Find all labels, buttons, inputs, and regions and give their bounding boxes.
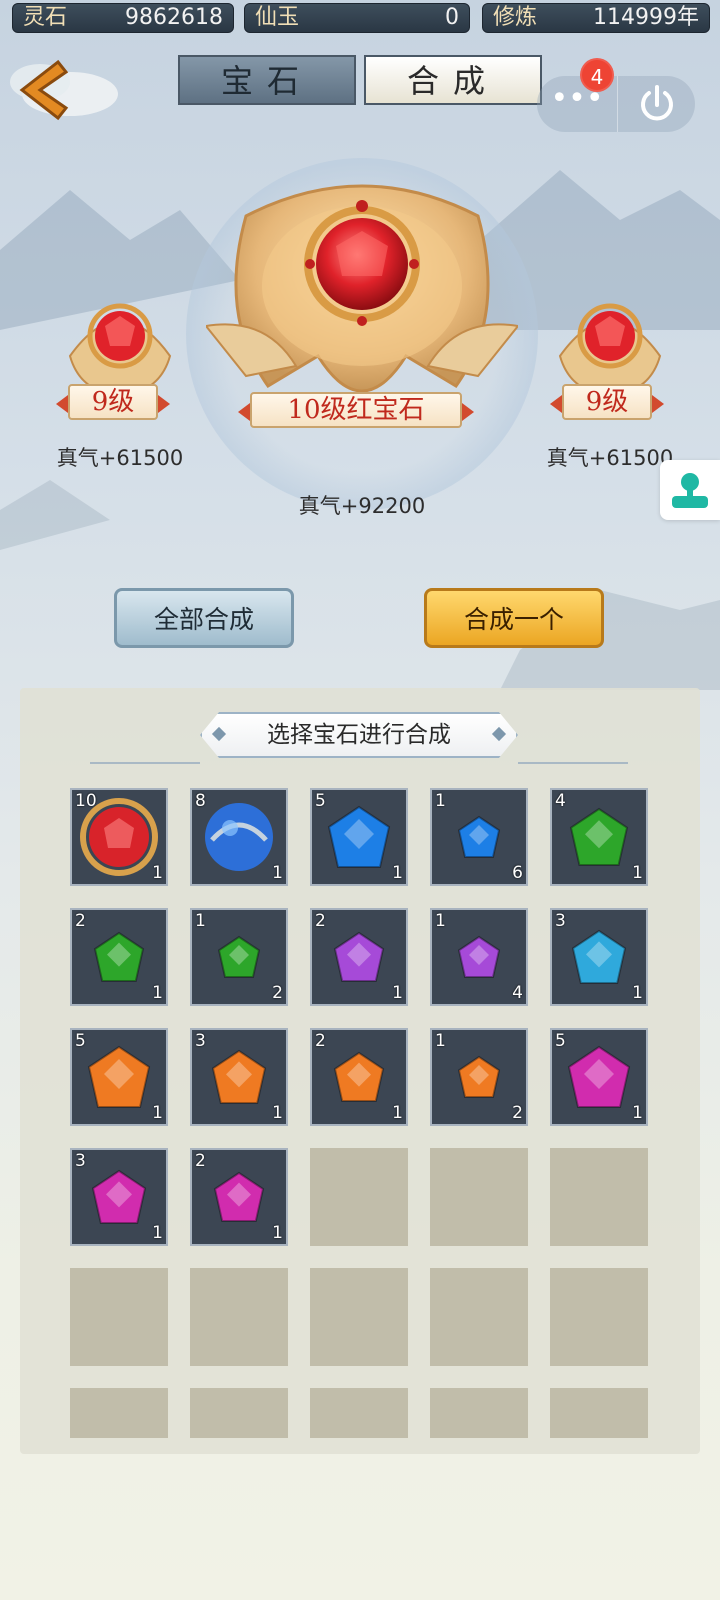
gem-level: 1: [435, 1031, 446, 1051]
gem-level: 2: [75, 911, 86, 931]
chevron-right-icon: [462, 403, 474, 421]
gem-count: 1: [152, 863, 163, 883]
left-material-level: 9级: [56, 384, 170, 420]
chevron-left-icon: [550, 395, 562, 413]
gem-slot[interactable]: 51: [550, 1028, 648, 1126]
gem-count: 4: [512, 983, 523, 1003]
joystick-icon: [672, 473, 708, 508]
main-gem-name: 10级红宝石: [238, 392, 474, 428]
gem-level: 2: [195, 1151, 206, 1171]
gem-slot[interactable]: 14: [430, 908, 528, 1006]
gem-count: 1: [152, 1223, 163, 1243]
title-divider-left: [90, 762, 200, 764]
gem-slot[interactable]: 21: [310, 1028, 408, 1126]
gem-slot[interactable]: 12: [430, 1028, 528, 1126]
gem-level: 3: [75, 1151, 86, 1171]
left-material-stat: 真气+61500: [56, 446, 184, 470]
gem-count: 1: [632, 1103, 643, 1123]
gem-level: 10: [75, 791, 97, 811]
gem-count: 2: [512, 1103, 523, 1123]
chevron-right-icon: [158, 395, 170, 413]
gem-level: 2: [315, 911, 326, 931]
gem-level: 3: [195, 1031, 206, 1051]
gem-slot[interactable]: 51: [70, 1028, 168, 1126]
synthesize-one-button[interactable]: 合成一个: [424, 588, 604, 648]
empty-gem-slot: [310, 1268, 408, 1366]
empty-gem-slot: [430, 1268, 528, 1366]
gem-slot[interactable]: 31: [190, 1028, 288, 1126]
notification-badge: 4: [580, 58, 614, 92]
title-divider-right: [518, 762, 628, 764]
synthesize-all-button[interactable]: 全部合成: [114, 588, 294, 648]
tab-bar: 宝石 合成: [178, 55, 546, 107]
floating-assistant-button[interactable]: [660, 460, 720, 520]
empty-gem-slot: [190, 1388, 288, 1438]
main-gem-stat: 真气+92200: [298, 494, 426, 518]
gem-level: 5: [555, 1031, 566, 1051]
gem-slot[interactable]: 41: [550, 788, 648, 886]
gem-count: 1: [632, 983, 643, 1003]
right-material-level: 9级: [550, 384, 664, 420]
gem-count: 1: [392, 863, 403, 883]
gem-slot[interactable]: 21: [190, 1148, 288, 1246]
gem-slot[interactable]: 10 1: [70, 788, 168, 886]
gem-slot[interactable]: 12: [190, 908, 288, 1006]
gem-count: 1: [392, 983, 403, 1003]
gem-level: 5: [315, 791, 326, 811]
empty-gem-slot: [70, 1388, 168, 1438]
tab-gems[interactable]: 宝石: [178, 55, 356, 105]
gem-count: 1: [272, 1103, 283, 1123]
empty-gem-slot: [550, 1388, 648, 1438]
gem-count: 1: [392, 1103, 403, 1123]
panel-title: 选择宝石进行合成: [200, 712, 518, 758]
resource-spirit-stone: 灵石 9862618: [12, 3, 234, 33]
chevron-right-icon: [652, 395, 664, 413]
empty-gem-slot: [190, 1268, 288, 1366]
gem-count: 1: [272, 1223, 283, 1243]
gem-level: 1: [435, 911, 446, 931]
back-button[interactable]: [0, 46, 120, 126]
gem-level: 1: [195, 911, 206, 931]
empty-gem-slot: [430, 1388, 528, 1438]
gem-count: 6: [512, 863, 523, 883]
gem-level: 3: [555, 911, 566, 931]
exit-button[interactable]: [617, 76, 695, 132]
empty-gem-slot: [310, 1388, 408, 1438]
empty-gem-slot: [550, 1268, 648, 1366]
gem-level: 4: [555, 791, 566, 811]
gem-level: 1: [435, 791, 446, 811]
gem-count: 2: [272, 983, 283, 1003]
gem-slot[interactable]: 16: [430, 788, 528, 886]
gem-count: 1: [152, 983, 163, 1003]
gem-slot[interactable]: 51: [310, 788, 408, 886]
gem-slot[interactable]: 21: [70, 908, 168, 1006]
gem-level: 8: [195, 791, 206, 811]
gem-slot[interactable]: 21: [310, 908, 408, 1006]
resource-cultivation: 修炼 114999年: [482, 3, 710, 33]
power-icon: [641, 85, 673, 121]
resource-jade: 仙玉 0: [244, 3, 470, 33]
empty-gem-slot: [430, 1148, 528, 1246]
gem-level: 5: [75, 1031, 86, 1051]
gem-count: 1: [272, 863, 283, 883]
empty-gem-slot: [550, 1148, 648, 1246]
empty-gem-slot: [310, 1148, 408, 1246]
gem-count: 1: [152, 1103, 163, 1123]
gem-slot[interactable]: 81: [190, 788, 288, 886]
tab-synthesis[interactable]: 合成: [364, 55, 542, 105]
gem-level: 2: [315, 1031, 326, 1051]
chevron-left-icon: [56, 395, 68, 413]
chevron-left-icon: [238, 403, 250, 421]
gem-slot[interactable]: 31: [70, 1148, 168, 1246]
gem-count: 1: [632, 863, 643, 883]
resource-bar: 灵石 9862618 仙玉 0 修炼 114999年: [0, 0, 720, 36]
empty-gem-slot: [70, 1268, 168, 1366]
back-arrow-icon: [10, 59, 118, 121]
gem-slot[interactable]: 31: [550, 908, 648, 1006]
